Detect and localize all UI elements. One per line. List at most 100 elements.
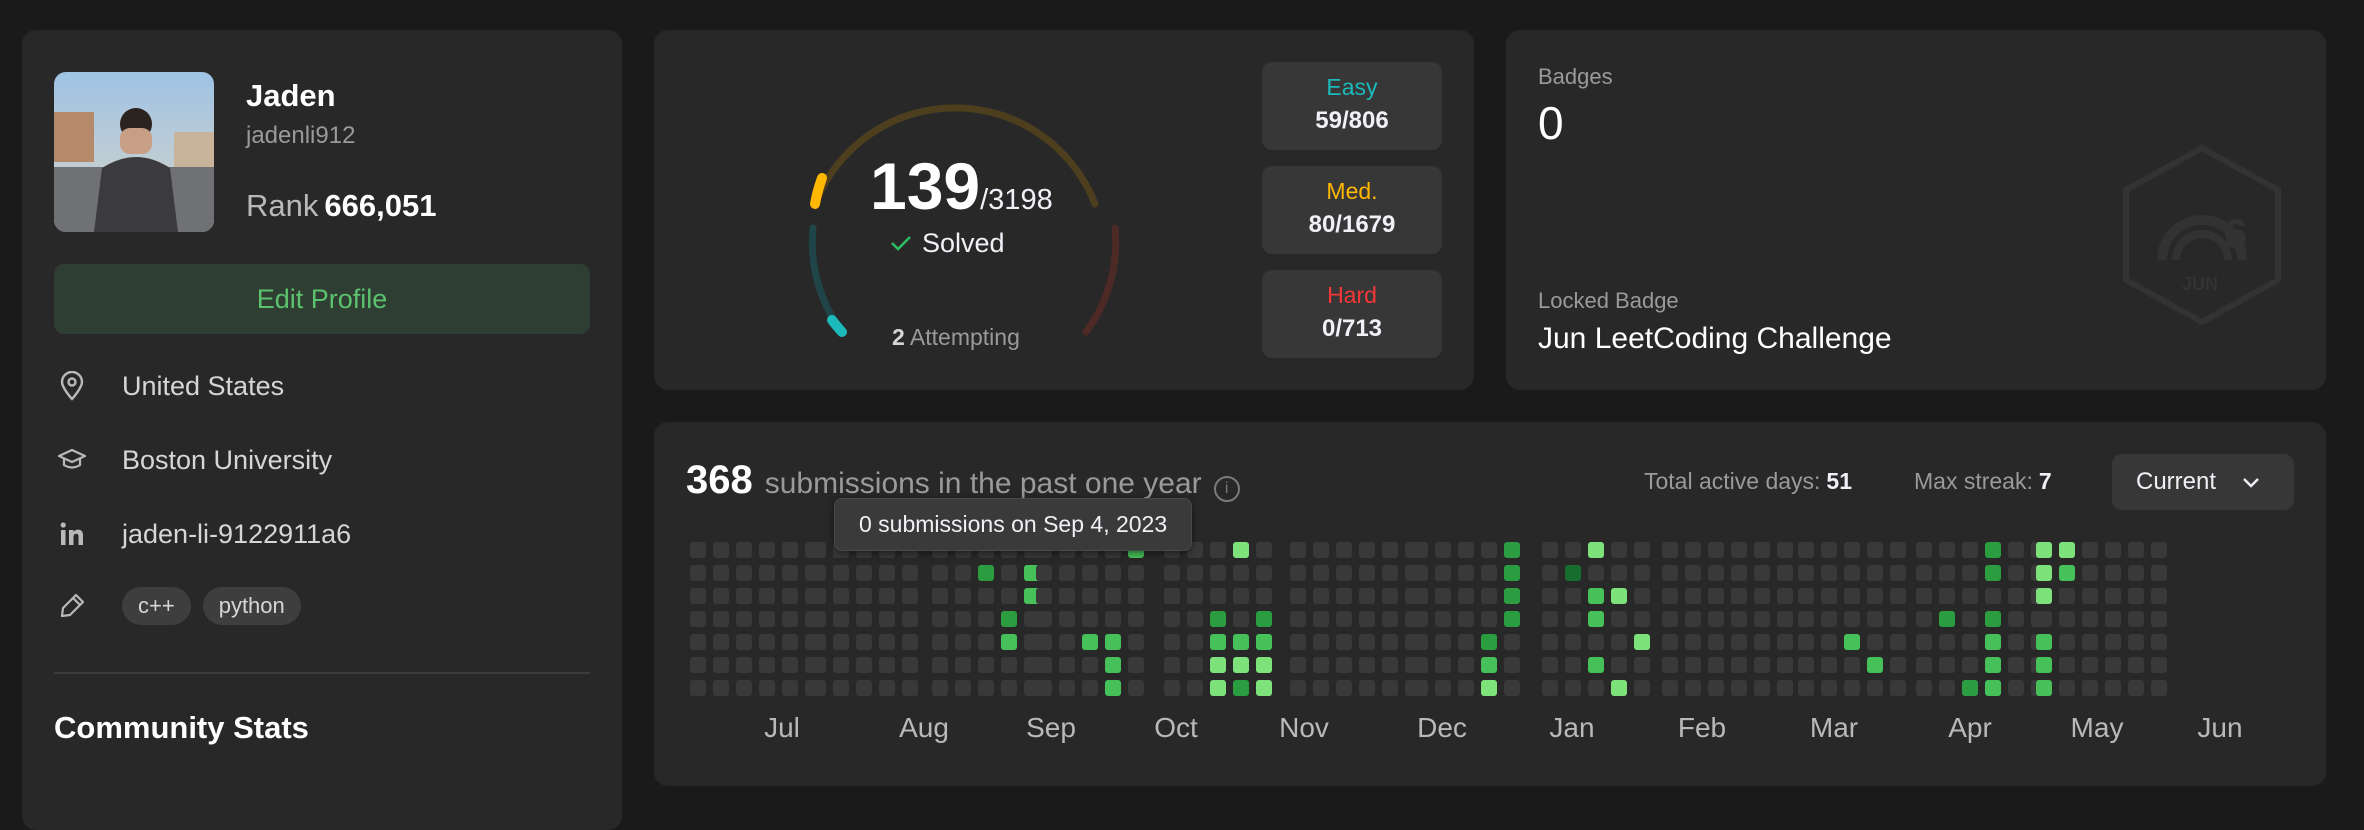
heatmap-day-cell[interactable] xyxy=(2008,588,2024,604)
heatmap-day-cell[interactable] xyxy=(1798,542,1814,558)
heatmap-day-cell[interactable] xyxy=(1164,657,1180,673)
heatmap-day-cell[interactable] xyxy=(1867,657,1883,673)
heatmap-day-cell[interactable] xyxy=(2105,565,2121,581)
heatmap-day-cell[interactable] xyxy=(1128,565,1144,581)
heatmap-day-cell[interactable] xyxy=(1890,680,1906,696)
heatmap-day-cell[interactable] xyxy=(856,680,872,696)
heatmap-day-cell[interactable] xyxy=(1565,611,1581,627)
heatmap-day-cell[interactable] xyxy=(1542,542,1558,558)
heatmap-day-cell[interactable] xyxy=(759,588,775,604)
heatmap-day-cell[interactable] xyxy=(1256,680,1272,696)
heatmap-day-cell[interactable] xyxy=(1210,634,1226,650)
heatmap-day-cell[interactable] xyxy=(1059,565,1075,581)
heatmap-day-cell[interactable] xyxy=(1685,588,1701,604)
easy-stat[interactable]: Easy 59/806 xyxy=(1262,62,1442,150)
heatmap-day-cell[interactable] xyxy=(759,611,775,627)
heatmap-day-cell[interactable] xyxy=(1233,542,1249,558)
heatmap-day-cell[interactable] xyxy=(1890,611,1906,627)
heatmap-day-cell[interactable] xyxy=(1611,542,1627,558)
heatmap-day-cell[interactable] xyxy=(1336,611,1352,627)
heatmap-day-cell[interactable] xyxy=(1412,542,1428,558)
heatmap-day-cell[interactable] xyxy=(1164,634,1180,650)
heatmap-day-cell[interactable] xyxy=(1588,542,1604,558)
heatmap-day-cell[interactable] xyxy=(1754,565,1770,581)
heatmap-day-cell[interactable] xyxy=(1916,565,1932,581)
heatmap-day-cell[interactable] xyxy=(1504,657,1520,673)
heatmap-day-cell[interactable] xyxy=(856,565,872,581)
heatmap-day-cell[interactable] xyxy=(1128,680,1144,696)
heatmap-day-cell[interactable] xyxy=(1731,680,1747,696)
heatmap-day-cell[interactable] xyxy=(1821,588,1837,604)
heatmap-day-cell[interactable] xyxy=(2036,634,2052,650)
heatmap-day-cell[interactable] xyxy=(1256,611,1272,627)
heatmap-day-cell[interactable] xyxy=(1916,588,1932,604)
heatmap-day-cell[interactable] xyxy=(1458,634,1474,650)
heatmap-day-cell[interactable] xyxy=(1001,634,1017,650)
heatmap-day-cell[interactable] xyxy=(1233,565,1249,581)
heatmap-day-cell[interactable] xyxy=(1458,680,1474,696)
heatmap-day-cell[interactable] xyxy=(1867,611,1883,627)
heatmap-day-cell[interactable] xyxy=(1565,588,1581,604)
heatmap-day-cell[interactable] xyxy=(1962,634,1978,650)
heatmap-day-cell[interactable] xyxy=(932,611,948,627)
heatmap-day-cell[interactable] xyxy=(1481,588,1497,604)
heatmap-day-cell[interactable] xyxy=(1187,634,1203,650)
heatmap-day-cell[interactable] xyxy=(759,680,775,696)
heatmap-day-cell[interactable] xyxy=(1382,634,1398,650)
heatmap-day-cell[interactable] xyxy=(1336,588,1352,604)
heatmap-day-cell[interactable] xyxy=(978,657,994,673)
heatmap-day-cell[interactable] xyxy=(2082,588,2098,604)
heatmap-day-cell[interactable] xyxy=(2151,588,2167,604)
heatmap-day-cell[interactable] xyxy=(1382,657,1398,673)
avatar[interactable] xyxy=(54,72,214,232)
heatmap-day-cell[interactable] xyxy=(1313,657,1329,673)
heatmap-day-cell[interactable] xyxy=(1481,542,1497,558)
heatmap-day-cell[interactable] xyxy=(1481,657,1497,673)
heatmap-day-cell[interactable] xyxy=(2151,611,2167,627)
heatmap-day-cell[interactable] xyxy=(782,542,798,558)
heatmap-day-cell[interactable] xyxy=(1313,611,1329,627)
heatmap-day-cell[interactable] xyxy=(782,657,798,673)
heatmap-day-cell[interactable] xyxy=(978,680,994,696)
heatmap-day-cell[interactable] xyxy=(1290,588,1306,604)
heatmap-day-cell[interactable] xyxy=(1412,611,1428,627)
heatmap-day-cell[interactable] xyxy=(1504,542,1520,558)
heatmap-day-cell[interactable] xyxy=(1504,588,1520,604)
heatmap-day-cell[interactable] xyxy=(879,680,895,696)
heatmap-day-cell[interactable] xyxy=(1890,588,1906,604)
heatmap-day-cell[interactable] xyxy=(1844,565,1860,581)
heatmap-day-cell[interactable] xyxy=(1844,657,1860,673)
heatmap-day-cell[interactable] xyxy=(1059,588,1075,604)
heatmap-day-cell[interactable] xyxy=(1777,680,1793,696)
heatmap-day-cell[interactable] xyxy=(782,611,798,627)
heatmap-day-cell[interactable] xyxy=(1939,611,1955,627)
heatmap-day-cell[interactable] xyxy=(1233,588,1249,604)
heatmap-day-cell[interactable] xyxy=(833,588,849,604)
heatmap-day-cell[interactable] xyxy=(1210,657,1226,673)
heatmap-day-cell[interactable] xyxy=(1359,542,1375,558)
heatmap-day-cell[interactable] xyxy=(1504,634,1520,650)
heatmap-day-cell[interactable] xyxy=(1290,542,1306,558)
heatmap-day-cell[interactable] xyxy=(2059,611,2075,627)
heatmap-day-cell[interactable] xyxy=(1412,634,1428,650)
heatmap-day-cell[interactable] xyxy=(1542,634,1558,650)
heatmap-day-cell[interactable] xyxy=(1187,565,1203,581)
heatmap-day-cell[interactable] xyxy=(1611,634,1627,650)
heatmap-day-cell[interactable] xyxy=(782,565,798,581)
heatmap-day-cell[interactable] xyxy=(1435,588,1451,604)
heatmap-day-cell[interactable] xyxy=(1685,657,1701,673)
skill-tag[interactable]: c++ xyxy=(122,587,191,625)
heatmap-day-cell[interactable] xyxy=(1821,657,1837,673)
heatmap-day-cell[interactable] xyxy=(978,565,994,581)
heatmap-day-cell[interactable] xyxy=(1290,565,1306,581)
heatmap-day-cell[interactable] xyxy=(1164,565,1180,581)
heatmap-day-cell[interactable] xyxy=(1210,588,1226,604)
heatmap-day-cell[interactable] xyxy=(856,634,872,650)
heatmap-day-cell[interactable] xyxy=(1685,680,1701,696)
heatmap-day-cell[interactable] xyxy=(833,657,849,673)
heatmap-day-cell[interactable] xyxy=(1233,611,1249,627)
heatmap-day-cell[interactable] xyxy=(1082,657,1098,673)
heatmap-day-cell[interactable] xyxy=(1412,565,1428,581)
heatmap-day-cell[interactable] xyxy=(1867,565,1883,581)
heatmap-day-cell[interactable] xyxy=(1481,565,1497,581)
